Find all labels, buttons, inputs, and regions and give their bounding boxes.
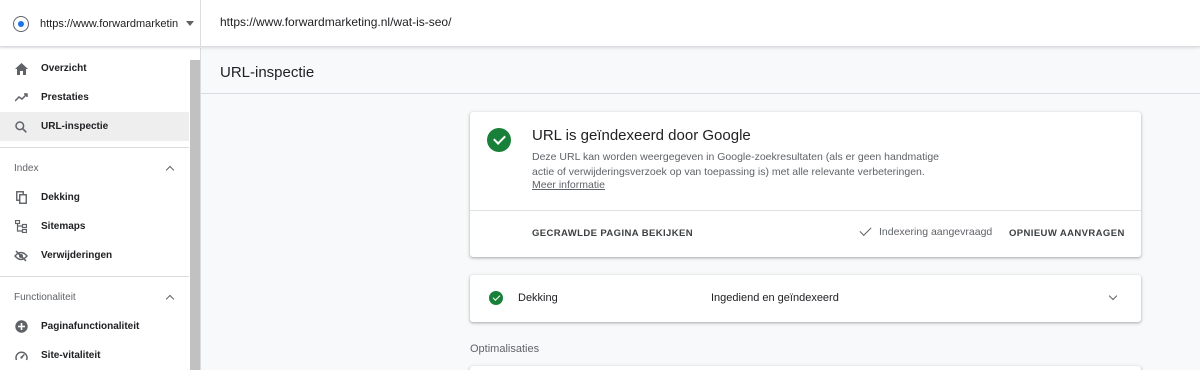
sidebar-item-label: Dekking bbox=[41, 192, 80, 203]
home-icon bbox=[14, 62, 28, 76]
eye-off-icon bbox=[14, 249, 28, 263]
copy-icon bbox=[14, 191, 28, 205]
speedometer-icon bbox=[14, 349, 28, 363]
check-circle-icon bbox=[487, 128, 511, 152]
property-selector[interactable]: https://www.forwardmarketin... bbox=[0, 0, 201, 47]
sidebar-item-overzicht[interactable]: Overzicht bbox=[0, 54, 189, 83]
property-label: https://www.forwardmarketin... bbox=[40, 17, 178, 30]
sitemap-icon bbox=[14, 220, 28, 234]
view-crawled-page-button[interactable]: GECRAWLDE PAGINA BEKIJKEN bbox=[532, 228, 693, 239]
optimizations-card bbox=[470, 366, 1141, 370]
sidebar-item-label: Overzicht bbox=[41, 63, 87, 74]
section-title: Index bbox=[14, 162, 39, 174]
sidebar-item-label: Verwijderingen bbox=[41, 250, 113, 261]
section-title: Functionaliteit bbox=[14, 291, 76, 303]
check-icon bbox=[859, 223, 872, 237]
chevron-down-icon[interactable] bbox=[1108, 291, 1118, 301]
globe-icon bbox=[13, 15, 29, 32]
sidebar-item-paginafunctionaliteit[interactable]: Paginafunctionaliteit bbox=[0, 312, 189, 341]
sidebar-scrollbar[interactable] bbox=[190, 60, 200, 370]
sidebar-item-label: Prestaties bbox=[41, 92, 89, 103]
status-description: Deze URL kan worden weergegeven in Googl… bbox=[532, 151, 940, 178]
sidebar-divider bbox=[0, 276, 189, 277]
sidebar-item-label: Site-vitaliteit bbox=[41, 350, 101, 361]
section-functionaliteit[interactable]: Functionaliteit bbox=[0, 283, 189, 311]
inspected-url[interactable]: https://www.forwardmarketing.nl/wat-is-s… bbox=[220, 15, 451, 29]
plus-circle-icon bbox=[14, 320, 28, 334]
chevron-up-icon bbox=[165, 294, 175, 303]
sidebar-item-sitemaps[interactable]: Sitemaps bbox=[0, 212, 189, 241]
index-status-card: URL is geïndexeerd door Google Deze URL … bbox=[470, 112, 1141, 257]
trending-up-icon bbox=[14, 91, 28, 105]
status-title: URL is geïndexeerd door Google bbox=[532, 127, 751, 144]
sidebar-divider bbox=[0, 147, 189, 148]
sidebar-item-dekking[interactable]: Dekking bbox=[0, 183, 189, 212]
sidebar-item-label: Paginafunctionaliteit bbox=[41, 321, 140, 332]
chevron-up-icon bbox=[165, 165, 175, 174]
search-icon bbox=[14, 120, 28, 134]
page-title: URL-inspectie bbox=[220, 64, 315, 81]
top-bar: https://www.forwardmarketin... https://w… bbox=[0, 0, 1200, 47]
request-again-button[interactable]: OPNIEUW AANVRAGEN bbox=[1009, 228, 1125, 239]
sidebar-item-site-vitaliteit[interactable]: Site-vitaliteit bbox=[0, 341, 189, 370]
sidebar-item-label: URL-inspectie bbox=[41, 121, 109, 132]
coverage-row[interactable]: Dekking Ingediend en geïndexeerd bbox=[470, 275, 1141, 322]
learn-more-link[interactable]: Meer informatie bbox=[532, 179, 605, 191]
sidebar: Overzicht Prestaties URL-inspectie Index… bbox=[0, 48, 201, 370]
coverage-value: Ingediend en geïndexeerd bbox=[711, 292, 839, 304]
indexing-request-status: Indexering aangevraagd bbox=[859, 223, 993, 238]
optimizations-heading: Optimalisaties bbox=[470, 343, 540, 355]
coverage-label: Dekking bbox=[518, 292, 558, 304]
section-index[interactable]: Index bbox=[0, 154, 189, 182]
sidebar-item-url-inspectie[interactable]: URL-inspectie bbox=[0, 112, 189, 141]
dropdown-caret-icon bbox=[186, 21, 194, 26]
sidebar-item-verwijderingen[interactable]: Verwijderingen bbox=[0, 241, 189, 270]
check-circle-icon bbox=[489, 291, 503, 305]
indexing-request-label: Indexering aangevraagd bbox=[879, 226, 993, 238]
sidebar-item-prestaties[interactable]: Prestaties bbox=[0, 83, 189, 112]
sidebar-item-label: Sitemaps bbox=[41, 221, 86, 232]
card-divider bbox=[470, 210, 1141, 211]
title-divider bbox=[201, 93, 1200, 94]
